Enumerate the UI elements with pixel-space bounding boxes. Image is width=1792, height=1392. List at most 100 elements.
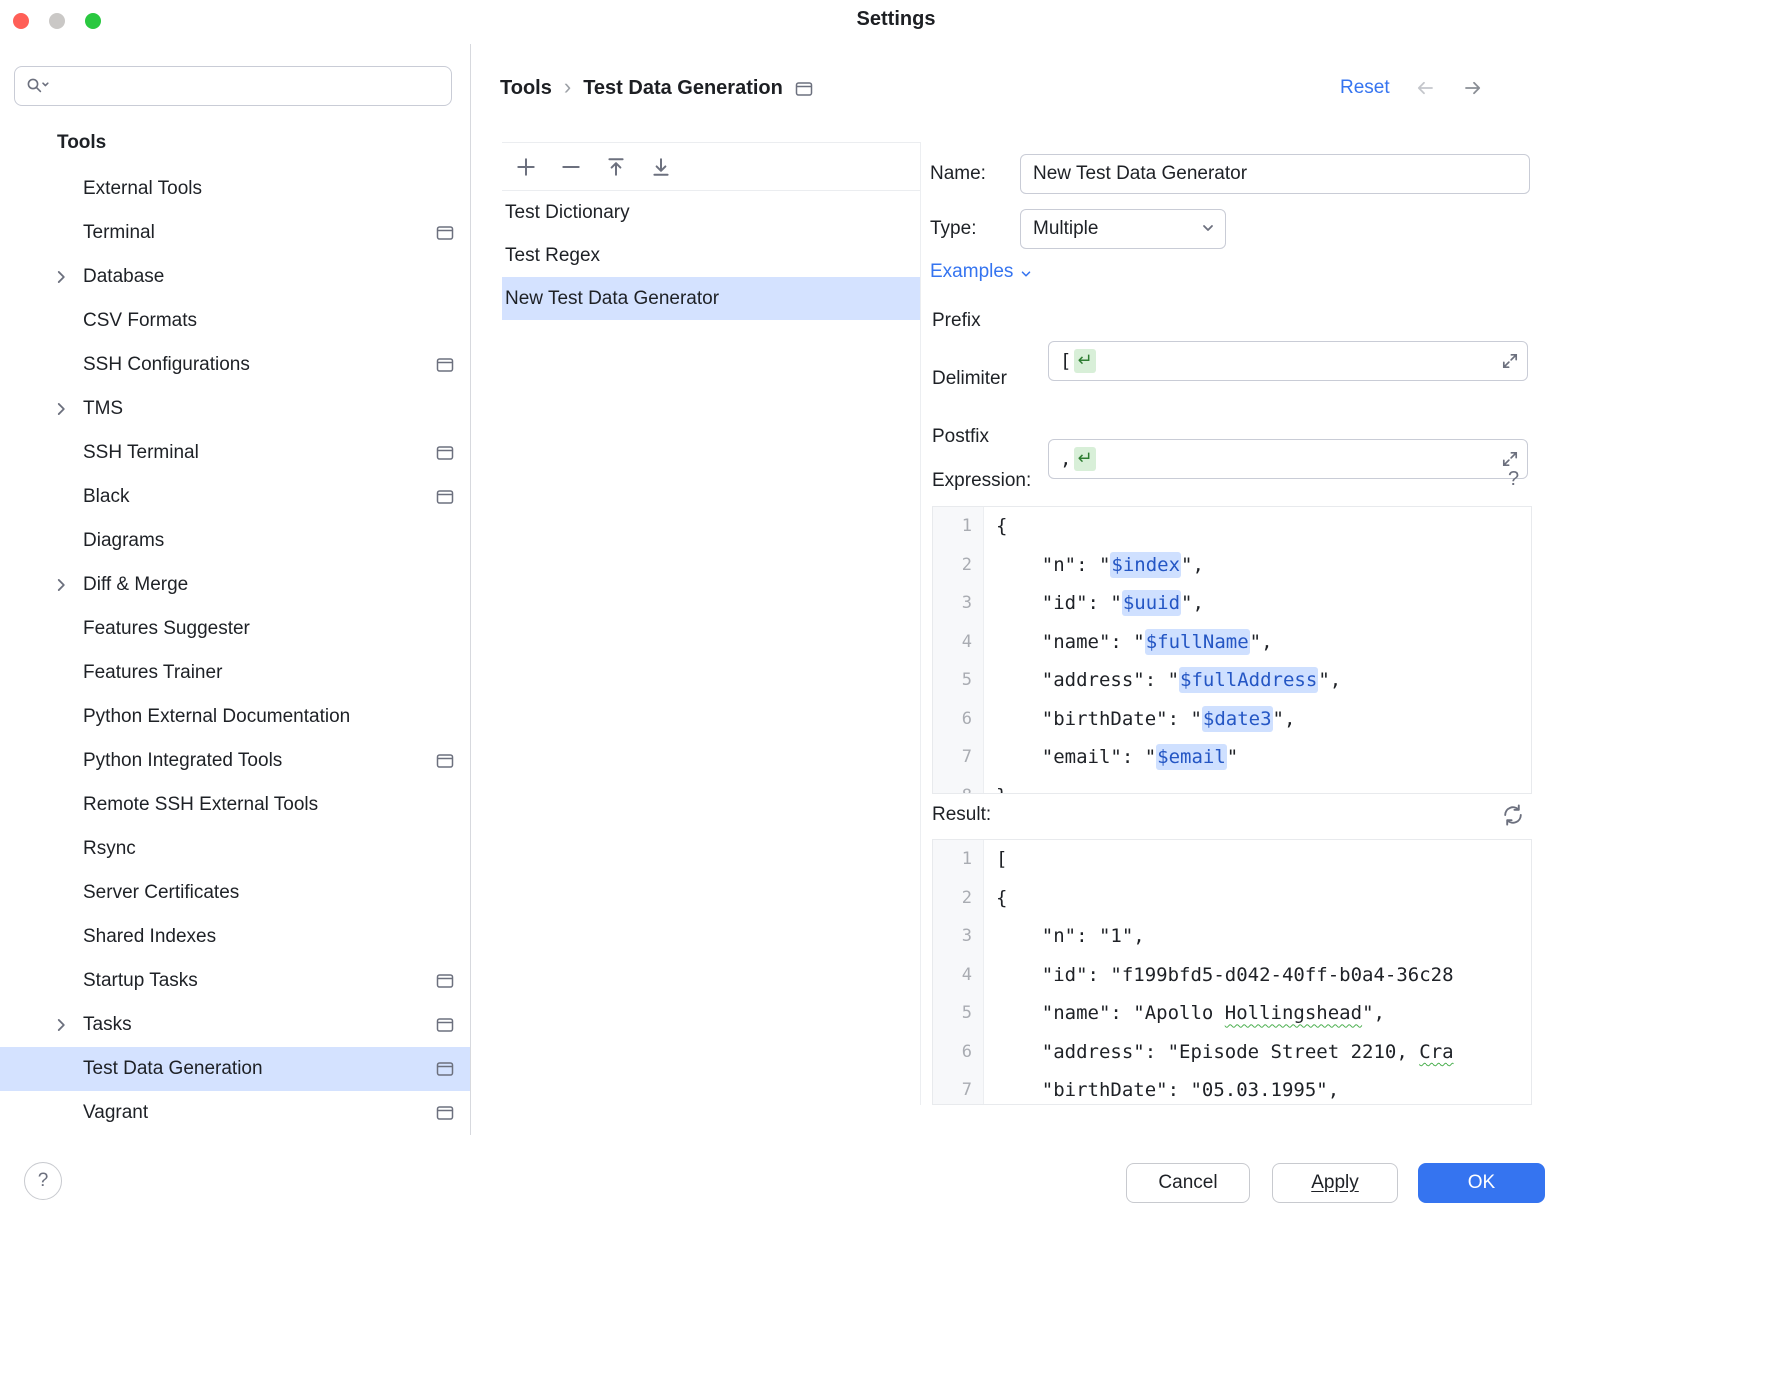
project-level-icon — [795, 81, 813, 97]
breadcrumb-root[interactable]: Tools — [500, 77, 552, 100]
panel-divider — [920, 142, 921, 1105]
project-level-icon — [436, 445, 454, 461]
search-icon — [25, 76, 51, 96]
sidebar-item-python-external-documentation[interactable]: Python External Documentation — [0, 695, 470, 739]
sidebar-item-database[interactable]: Database — [0, 255, 470, 299]
generator-item-label: Test Dictionary — [505, 202, 630, 224]
expression-editor[interactable]: 1{2 "n": "$index",3 "id": "$uuid",4 "nam… — [932, 506, 1532, 794]
add-icon[interactable] — [512, 153, 540, 181]
prefix-field[interactable]: [ ↵ — [1048, 341, 1528, 381]
chevron-right-icon[interactable] — [52, 268, 70, 286]
examples-link[interactable]: Examples — [930, 256, 1033, 288]
project-level-icon — [436, 1105, 454, 1121]
sidebar-item-tasks[interactable]: Tasks — [0, 1003, 470, 1047]
reset-link[interactable]: Reset — [1340, 77, 1390, 99]
generator-item-new-test-data-generator[interactable]: New Test Data Generator — [502, 277, 920, 320]
code-line: 2{ — [933, 879, 1531, 918]
sidebar-item-label: Startup Tasks — [83, 970, 198, 992]
sidebar-item-label: Diff & Merge — [83, 574, 188, 596]
import-icon[interactable] — [647, 153, 675, 181]
forward-arrow-icon[interactable] — [1460, 75, 1486, 101]
line-number: 5 — [933, 1003, 983, 1023]
sidebar-item-python-integrated-tools[interactable]: Python Integrated Tools — [0, 739, 470, 783]
delimiter-value: , — [1060, 448, 1071, 470]
expand-field-icon[interactable] — [1501, 352, 1519, 370]
code-line: 5 "name": "Apollo Hollingshead", — [933, 994, 1531, 1033]
export-icon[interactable] — [602, 153, 630, 181]
line-number: 4 — [933, 965, 983, 985]
back-arrow-icon[interactable] — [1412, 75, 1438, 101]
sidebar-item-features-trainer[interactable]: Features Trainer — [0, 651, 470, 695]
sidebar-item-ssh-terminal[interactable]: SSH Terminal — [0, 431, 470, 475]
sidebar-item-black[interactable]: Black — [0, 475, 470, 519]
remove-icon[interactable] — [557, 153, 585, 181]
project-level-icon — [436, 225, 454, 241]
header-actions: Reset — [1340, 70, 1532, 106]
sidebar-item-label: Features Suggester — [83, 618, 250, 640]
sidebar-item-label: Remote SSH External Tools — [83, 794, 318, 816]
sidebar-item-label: Features Trainer — [83, 662, 222, 684]
breadcrumb-current: Test Data Generation — [583, 77, 783, 100]
expression-label: Expression: — [932, 470, 1031, 492]
generator-item-test-regex[interactable]: Test Regex — [502, 234, 920, 277]
sidebar-item-csv-formats[interactable]: CSV Formats — [0, 299, 470, 343]
settings-search[interactable] — [14, 66, 452, 106]
sidebar-item-shared-indexes[interactable]: Shared Indexes — [0, 915, 470, 959]
sidebar-item-diff-merge[interactable]: Diff & Merge — [0, 563, 470, 607]
chevron-right-icon[interactable] — [52, 400, 70, 418]
code-line: 8} — [933, 777, 1531, 795]
type-select[interactable]: Multiple — [1020, 209, 1226, 249]
sidebar-item-features-suggester[interactable]: Features Suggester — [0, 607, 470, 651]
sidebar-item-label: External Tools — [83, 178, 202, 200]
sidebar-item-external-tools[interactable]: External Tools — [0, 167, 470, 211]
sidebar-item-startup-tasks[interactable]: Startup Tasks — [0, 959, 470, 1003]
sidebar-item-diagrams[interactable]: Diagrams — [0, 519, 470, 563]
project-level-icon — [436, 753, 454, 769]
question-icon[interactable]: ? — [1508, 468, 1519, 491]
help-button[interactable]: ? — [24, 1162, 62, 1200]
result-editor[interactable]: 1[2{3 "n": "1",4 "id": "f199bfd5-d042-40… — [932, 839, 1532, 1105]
sidebar-item-ssh-configurations[interactable]: SSH Configurations — [0, 343, 470, 387]
cancel-button[interactable]: Cancel — [1126, 1163, 1250, 1203]
sidebar-item-rsync[interactable]: Rsync — [0, 827, 470, 871]
refresh-icon[interactable] — [1500, 802, 1526, 833]
sidebar-item-label: TMS — [83, 398, 123, 420]
generator-item-test-dictionary[interactable]: Test Dictionary — [502, 191, 920, 234]
expand-field-icon[interactable] — [1501, 450, 1519, 468]
chevron-right-icon[interactable] — [52, 576, 70, 594]
sidebar-item-test-data-generation[interactable]: Test Data Generation — [0, 1047, 470, 1091]
code-line: 1[ — [933, 840, 1531, 879]
titlebar: Settings — [0, 0, 1792, 44]
search-input[interactable] — [59, 75, 441, 97]
name-input[interactable] — [1020, 154, 1530, 194]
code-line: 5 "address": "$fullAddress", — [933, 661, 1531, 700]
sidebar-item-tms[interactable]: TMS — [0, 387, 470, 431]
line-number: 1 — [933, 516, 983, 536]
project-level-icon — [436, 1017, 454, 1033]
sidebar-item-remote-ssh-external-tools[interactable]: Remote SSH External Tools — [0, 783, 470, 827]
sidebar-item-label: Rsync — [83, 838, 136, 860]
postfix-label: Postfix — [932, 417, 989, 457]
chevron-right-icon[interactable] — [52, 1016, 70, 1034]
apply-button[interactable]: Apply — [1272, 1163, 1398, 1203]
type-label: Type: — [930, 209, 976, 249]
sidebar-item-label: Terminal — [83, 222, 155, 244]
ok-button[interactable]: OK — [1418, 1163, 1545, 1203]
code-text: "n": "1", — [983, 925, 1145, 947]
delimiter-field[interactable]: , ↵ — [1048, 439, 1528, 479]
prefix-label: Prefix — [932, 301, 981, 341]
code-text: "address": "$fullAddress", — [983, 669, 1341, 691]
breadcrumb-separator-icon: › — [564, 74, 571, 100]
sidebar-item-label: SSH Configurations — [83, 354, 250, 376]
code-text: "email": "$email" — [983, 746, 1238, 768]
sidebar-item-server-certificates[interactable]: Server Certificates — [0, 871, 470, 915]
code-text: "address": "Episode Street 2210, Cra — [983, 1041, 1454, 1063]
code-text: [ — [983, 848, 1007, 870]
sidebar-item-label: SSH Terminal — [83, 442, 199, 464]
sidebar-item-terminal[interactable]: Terminal — [0, 211, 470, 255]
project-level-icon — [436, 357, 454, 373]
sidebar-item-label: Server Certificates — [83, 882, 239, 904]
sidebar-section-tools: Tools — [0, 119, 470, 167]
code-text: "name": "$fullName", — [983, 631, 1273, 653]
sidebar-item-vagrant[interactable]: Vagrant — [0, 1091, 470, 1135]
